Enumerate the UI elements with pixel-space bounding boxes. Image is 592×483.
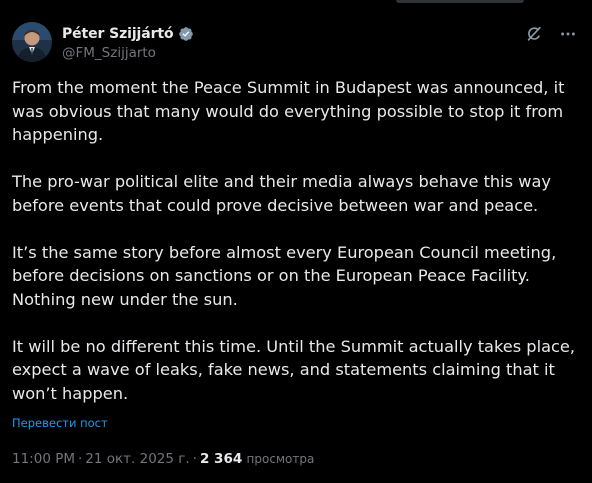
avatar[interactable] — [12, 22, 52, 62]
grok-icon[interactable] — [524, 24, 544, 44]
display-name[interactable]: Péter Szijjártó — [62, 26, 174, 42]
tweet-paragraph: The pro-war political elite and their me… — [12, 172, 552, 215]
display-name-row: Péter Szijjártó — [62, 24, 194, 44]
tweet-paragraph: It will be no different this time. Until… — [12, 336, 576, 403]
avatar-image — [12, 22, 52, 62]
translate-post-link[interactable]: Перевести пост — [12, 416, 108, 430]
post-date[interactable]: 21 окт. 2025 г. — [85, 451, 189, 467]
handle[interactable]: @FM_Szijjarto — [62, 45, 194, 61]
tweet-paragraph: From the moment the Peace Summit in Buda… — [12, 78, 565, 144]
verified-badge-icon[interactable] — [178, 26, 194, 42]
tweet-text: From the moment the Peace Summit in Buda… — [12, 76, 584, 405]
author-info: Péter Szijjártó @FM_Szijjarto — [62, 24, 194, 61]
top-divider — [396, 0, 524, 3]
meta-separator: · — [78, 451, 83, 467]
header-actions — [524, 24, 578, 44]
meta-separator: · — [192, 451, 197, 467]
more-icon[interactable] — [558, 24, 578, 44]
tweet-header: Péter Szijjártó @FM_Szijjarto — [12, 22, 580, 66]
tweet-meta: 11:00 PM · 21 окт. 2025 г. · 2 364 просмотра — [12, 451, 314, 467]
views-count[interactable]: 2 364 — [200, 451, 242, 467]
tweet-paragraph: It’s the same story before almost every … — [12, 242, 557, 309]
post-time[interactable]: 11:00 PM — [12, 451, 75, 467]
views-label: просмотра — [246, 452, 315, 466]
